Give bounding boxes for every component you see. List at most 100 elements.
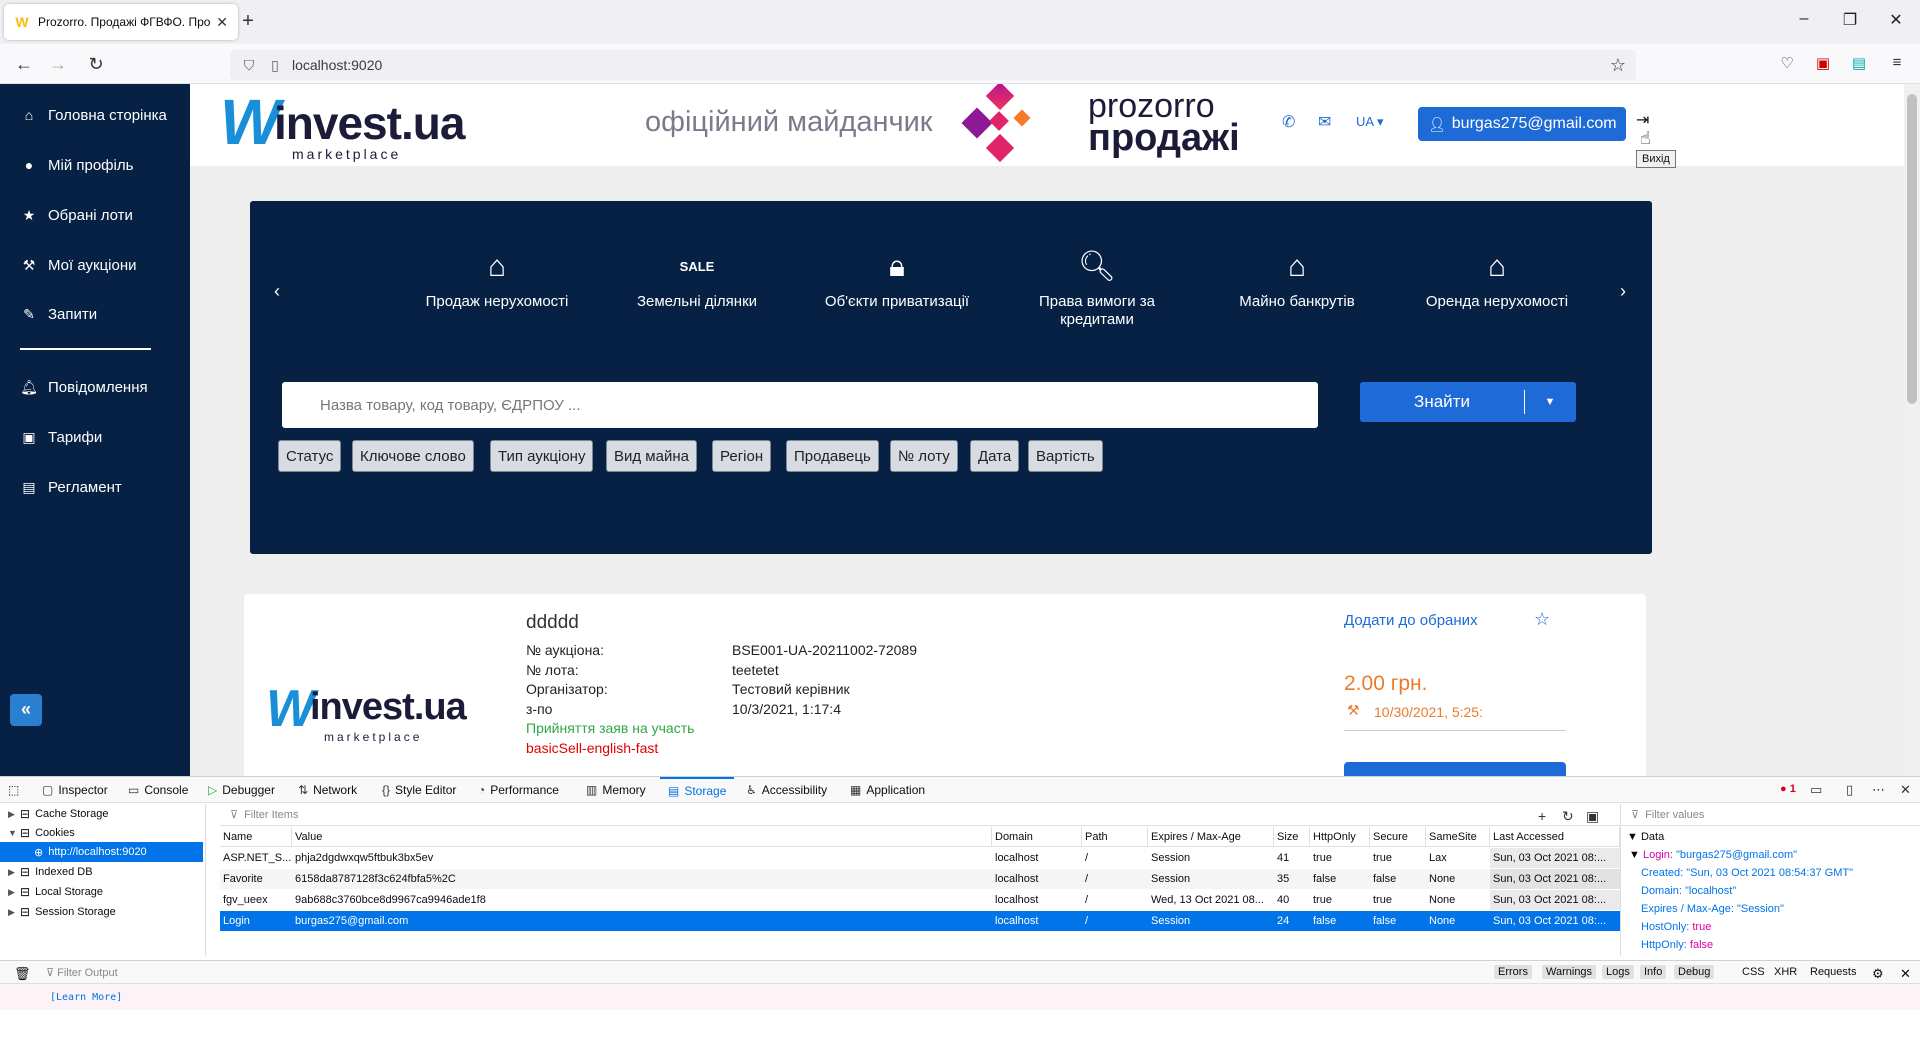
lot-title[interactable]: ddddd <box>526 612 579 634</box>
console-filter-requests[interactable]: Requests <box>1806 965 1860 979</box>
console-filter-xhr[interactable]: XHR <box>1770 965 1801 979</box>
console-filter-logs[interactable]: Logs <box>1602 965 1634 979</box>
expand-icon[interactable]: ▶ <box>8 867 20 878</box>
menu-icon[interactable]: ≡ <box>1886 54 1908 74</box>
filter-region[interactable]: Регіон <box>712 440 772 472</box>
minimize-icon[interactable]: – <box>1792 10 1816 28</box>
column-header[interactable]: Value <box>292 827 992 847</box>
tab-network[interactable]: ⇅ Network <box>298 777 357 803</box>
filter-lot-number[interactable]: № лоту <box>890 440 958 472</box>
sidebar-item-auctions[interactable]: ⚒ Мої аукціони <box>20 254 137 276</box>
column-header[interactable]: Path <box>1082 827 1148 847</box>
tab-inspector[interactable]: ▢ Inspector <box>42 777 108 803</box>
tree-session-storage[interactable]: ▶ ⊟ Session Storage <box>8 902 116 922</box>
reload-icon[interactable]: ↻ <box>84 52 108 76</box>
expand-icon[interactable]: ▶ <box>8 887 20 898</box>
sidebar-item-favorites[interactable]: ★ Обрані лоти <box>20 204 133 226</box>
add-to-favorites-link[interactable]: Додати до обраних <box>1344 612 1478 629</box>
column-header[interactable]: Domain <box>992 827 1082 847</box>
sidebar-item-profile[interactable]: ● Мій профіль <box>20 154 134 176</box>
element-picker-icon[interactable]: ⬚ <box>8 777 19 803</box>
column-header[interactable]: Size <box>1274 827 1310 847</box>
tab-console[interactable]: ▭ Console <box>128 777 188 803</box>
filter-seller[interactable]: Продавець <box>786 440 879 472</box>
filter-keyword[interactable]: Ключове слово <box>352 440 474 472</box>
column-header[interactable]: Expires / Max-Age <box>1148 827 1274 847</box>
table-row-selected[interactable]: Login burgas275@gmail.com localhost / Se… <box>220 911 1620 931</box>
tab-storage[interactable]: ▤ Storage <box>660 777 735 803</box>
tab-style-editor[interactable]: {} Style Editor <box>382 777 456 803</box>
new-tab-icon[interactable]: + <box>236 10 260 34</box>
close-split-console-icon[interactable]: ✕ <box>1896 965 1915 983</box>
save-extension-icon[interactable]: ▤ <box>1848 54 1870 74</box>
table-row[interactable]: fgv_ueex 9ab688c3760bce8d9967ca9946ade1f… <box>220 890 1620 910</box>
column-header[interactable]: HttpOnly <box>1310 827 1370 847</box>
phone-icon[interactable]: ✆ <box>1282 112 1295 132</box>
sidebar-item-home[interactable]: ⌂ Головна сторінка <box>20 104 167 126</box>
tab-accessibility[interactable]: ♿︎ Accessibility <box>746 777 827 803</box>
console-filter-errors[interactable]: Errors <box>1494 965 1532 979</box>
url-bar[interactable]: ⛉ ▯ localhost:9020 ☆ <box>230 50 1636 80</box>
extension-icon[interactable]: ▣ <box>1812 54 1834 74</box>
filter-output-input[interactable]: ⊽ Filter Output <box>42 965 122 980</box>
shield-icon[interactable]: ⛉ <box>240 57 258 74</box>
language-select[interactable]: UA ▾ <box>1356 114 1383 130</box>
cookie-filter-bar[interactable]: ⊽ Filter Items + ↻ ▣ <box>220 804 1620 826</box>
envelope-icon[interactable]: ✉ <box>1318 112 1331 132</box>
column-header[interactable]: Secure <box>1370 827 1426 847</box>
close-window-icon[interactable]: ✕ <box>1884 10 1908 30</box>
collapse-icon[interactable]: ▼ <box>1627 831 1641 843</box>
expand-icon[interactable]: ▶ <box>8 809 20 820</box>
tab-close-icon[interactable]: ✕ <box>216 14 228 31</box>
category-credit-claims[interactable]: 🔍︎ Права вимоги за кредитами <box>1017 249 1177 329</box>
collapse-sidebar-button[interactable]: « <box>10 694 42 726</box>
bookmark-star-icon[interactable]: ☆ <box>1610 55 1626 76</box>
refresh-icon[interactable]: ↻ <box>1562 808 1574 825</box>
filter-values-input[interactable]: ⊽ Filter values <box>1621 804 1920 826</box>
toggle-sidebar-icon[interactable]: ▣ <box>1586 808 1599 825</box>
column-header[interactable]: Last Accessed <box>1490 827 1620 847</box>
console-filter-css[interactable]: CSS <box>1738 965 1769 979</box>
tree-local-storage[interactable]: ▶ ⊟ Local Storage <box>8 882 103 902</box>
trash-icon[interactable]: 🗑︎ <box>10 965 35 983</box>
column-header[interactable]: SameSite <box>1426 827 1490 847</box>
expand-icon[interactable]: ▶ <box>8 907 20 918</box>
column-header[interactable]: Name <box>220 827 292 847</box>
star-outline-icon[interactable]: ☆ <box>1534 609 1550 630</box>
filter-auction-type[interactable]: Тип аукціону <box>490 440 594 472</box>
filter-price[interactable]: Вартість <box>1028 440 1103 472</box>
category-privatization[interactable]: 🔒︎ Об'єкти приватизації <box>817 249 977 311</box>
carousel-next-icon[interactable]: › <box>1620 281 1626 302</box>
logout-icon[interactable]: ⇥ <box>1636 110 1649 130</box>
sidebar-item-tariffs[interactable]: ▣ Тарифи <box>20 426 102 448</box>
sidebar-item-messages[interactable]: 🔔︎ Повідомлення <box>20 376 148 398</box>
learn-more-link[interactable]: [Learn More] <box>50 992 122 1003</box>
table-row[interactable]: Favorite 6158da8787128f3c624fbfa5%2C loc… <box>220 869 1620 889</box>
tree-cookies-host[interactable]: ⊕ http://localhost:9020 <box>0 842 203 862</box>
collapse-icon[interactable]: ▼ <box>1629 849 1643 861</box>
category-rent[interactable]: ⌂ Оренда нерухомості <box>1417 249 1577 311</box>
add-cookie-icon[interactable]: + <box>1538 808 1546 824</box>
console-filter-warnings[interactable]: Warnings <box>1542 965 1597 979</box>
console-filter-info[interactable]: Info <box>1640 965 1667 979</box>
search-input[interactable] <box>282 382 1318 428</box>
category-bankrupt-property[interactable]: ⌂ Майно банкрутів <box>1217 249 1377 311</box>
category-land-plots[interactable]: SALE Земельні ділянки <box>617 249 777 311</box>
sidebar-item-rules[interactable]: ▤ Регламент <box>20 476 121 498</box>
category-real-estate-sale[interactable]: ⌂ Продаж нерухомості <box>417 249 577 311</box>
tree-indexed-db[interactable]: ▶ ⊟ Indexed DB <box>8 862 93 882</box>
investua-logo[interactable]: W invest.ua marketplace <box>220 90 465 162</box>
pocket-icon[interactable]: ♡ <box>1776 54 1798 74</box>
chevron-down-icon[interactable]: ▼ <box>1525 396 1575 408</box>
more-options-icon[interactable]: ⋯ <box>1872 782 1885 798</box>
lot-action-button[interactable] <box>1344 762 1566 776</box>
close-devtools-icon[interactable]: ✕ <box>1900 782 1911 798</box>
dock-icon[interactable]: ▯ <box>1846 782 1853 798</box>
tree-cookies[interactable]: ▼ ⊟ Cookies <box>8 823 75 843</box>
console-filter-debug[interactable]: Debug <box>1674 965 1715 979</box>
carousel-prev-icon[interactable]: ‹ <box>274 281 280 302</box>
restore-icon[interactable]: ❐ <box>1838 10 1862 30</box>
tab-memory[interactable]: ▥ Memory <box>586 777 646 803</box>
find-button[interactable]: Знайти ▼ <box>1360 382 1576 422</box>
tab-debugger[interactable]: ▷ Debugger <box>208 777 275 803</box>
